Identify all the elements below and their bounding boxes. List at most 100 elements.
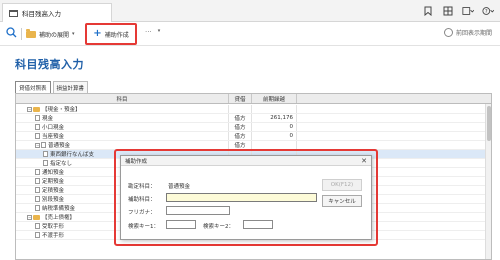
account-cell: 当座預金 [16, 132, 229, 140]
previous-period-label: 前回表示期間 [455, 30, 492, 37]
account-label: 勘定科目： [128, 184, 156, 190]
account-name: 不渡手形 [42, 233, 65, 239]
folder-icon [26, 28, 36, 38]
plus-icon: + [93, 28, 102, 39]
blank-cell [297, 141, 491, 149]
side-cell [229, 105, 252, 113]
table-row[interactable]: − 【現金・預金】 [16, 105, 491, 114]
tab-income-statement[interactable]: 損益計算書 [52, 81, 89, 93]
account-name: 普通預金 [48, 143, 71, 149]
table-row[interactable]: 当座預金 借方 0 [16, 132, 491, 141]
document-icon [35, 178, 40, 184]
kana-label: フリガナ： [128, 210, 156, 216]
folder-icon [33, 106, 40, 112]
expand-toggle-icon[interactable]: − [27, 106, 32, 112]
side-cell: 借方 [229, 141, 252, 149]
expand-sub-button[interactable]: 補助の展開 ▾ [26, 26, 75, 42]
search-key2-input[interactable] [243, 220, 273, 229]
grid-scrollbar[interactable] [485, 104, 491, 259]
dialog-title-bar: 補助作成 ✕ [121, 156, 371, 166]
header-account: 科目 [16, 94, 229, 103]
chevron-down-icon: ▾ [72, 31, 75, 37]
account-name: 通知預金 [42, 170, 65, 176]
document-icon [35, 223, 40, 229]
document-icon [35, 133, 40, 139]
window-tab[interactable]: 科目残高入力 [2, 3, 112, 22]
create-sub-label: 補助作成 [104, 31, 129, 39]
document-icon [35, 205, 40, 211]
create-sub-button[interactable]: + 補助作成 [85, 23, 137, 45]
document-icon [35, 115, 40, 121]
more-menu-button[interactable]: ··· ▾ [145, 28, 160, 36]
page-title: 科目残高入力 [15, 58, 84, 71]
account-name: 当座預金 [42, 134, 65, 140]
blank-cell [297, 132, 491, 140]
account-cell: − 普通預金 [16, 141, 229, 149]
clock-icon [443, 28, 453, 37]
document-icon [41, 142, 46, 148]
window-icon [9, 9, 18, 17]
account-name: 指定なし [50, 161, 73, 167]
table-row[interactable]: 現金 借方 261,176 [16, 114, 491, 123]
account-cell: 現金 [16, 114, 229, 122]
grid-icon[interactable] [442, 5, 454, 17]
table-row[interactable]: 小口現金 借方 0 [16, 123, 491, 132]
search-key1-label: 検索キー1： [128, 224, 159, 230]
chevron-down-icon: ▾ [157, 28, 161, 34]
expand-toggle-icon[interactable]: − [27, 214, 32, 220]
window-controls: ? [422, 5, 494, 17]
account-name: 定積預金 [42, 188, 65, 194]
header-carryover: 前期繰越 [252, 94, 297, 103]
account-name: 納税準備預金 [42, 206, 76, 212]
sub-account-input[interactable] [166, 193, 317, 202]
side-cell: 借方 [229, 123, 252, 131]
toolbar: 補助の展開 ▾ + 補助作成 ··· ▾ 前回表示期間 [0, 22, 500, 46]
account-name: 別段預金 [42, 197, 65, 203]
carryover-cell[interactable] [252, 105, 297, 113]
side-cell: 借方 [229, 132, 252, 140]
cancel-button[interactable]: キャンセル [322, 195, 362, 207]
search-key1-input[interactable] [166, 220, 196, 229]
carryover-cell[interactable] [252, 141, 297, 149]
more-label: ··· [145, 28, 152, 36]
document-icon [35, 187, 40, 193]
ok-button[interactable]: OK(F12) [322, 179, 362, 191]
search-icon[interactable] [6, 27, 17, 40]
document-icon [35, 169, 40, 175]
previous-period-button[interactable]: 前回表示期間 [443, 28, 492, 37]
window-tab-title: 科目残高入力 [22, 10, 61, 18]
account-cell: − 【現金・預金】 [16, 105, 229, 113]
close-icon[interactable]: ✕ [361, 157, 367, 165]
folder-icon [33, 214, 40, 220]
document-icon [35, 196, 40, 202]
blank-cell [297, 123, 491, 131]
sub-account-label: 補助科目： [128, 197, 156, 203]
carryover-cell[interactable]: 261,176 [252, 114, 297, 122]
search-key2-label: 検索キー2： [203, 224, 234, 230]
grid-header: 科目 貸借 前期繰越 [16, 94, 491, 104]
account-name: 東西銀行なんば支 [50, 152, 95, 158]
header-blank [297, 94, 491, 103]
carryover-cell[interactable]: 0 [252, 123, 297, 131]
expand-sub-label: 補助の展開 [39, 31, 70, 39]
expand-toggle-icon[interactable]: − [35, 142, 40, 148]
document-icon [35, 232, 40, 238]
carryover-cell[interactable]: 0 [252, 132, 297, 140]
document-icon [43, 151, 48, 157]
document-icon [35, 124, 40, 130]
bookmark-icon[interactable] [422, 5, 434, 17]
account-cell: 小口現金 [16, 123, 229, 131]
dialog-title: 補助作成 [125, 158, 148, 165]
document-icon [43, 160, 48, 166]
account-name: 【売上債権】 [42, 215, 76, 221]
account-name: 【現金・預金】 [42, 107, 81, 113]
account-name: 小口現金 [42, 125, 65, 131]
statement-tabs: 貸借対照表 損益計算書 [15, 81, 89, 93]
header-side: 貸借 [229, 94, 252, 103]
scrollbar-thumb[interactable] [487, 106, 491, 141]
layout-icon[interactable] [462, 5, 474, 17]
svg-text:?: ? [485, 9, 488, 15]
help-icon[interactable]: ? [482, 5, 494, 17]
tab-balance-sheet[interactable]: 貸借対照表 [15, 81, 51, 93]
kana-input[interactable] [166, 206, 230, 215]
